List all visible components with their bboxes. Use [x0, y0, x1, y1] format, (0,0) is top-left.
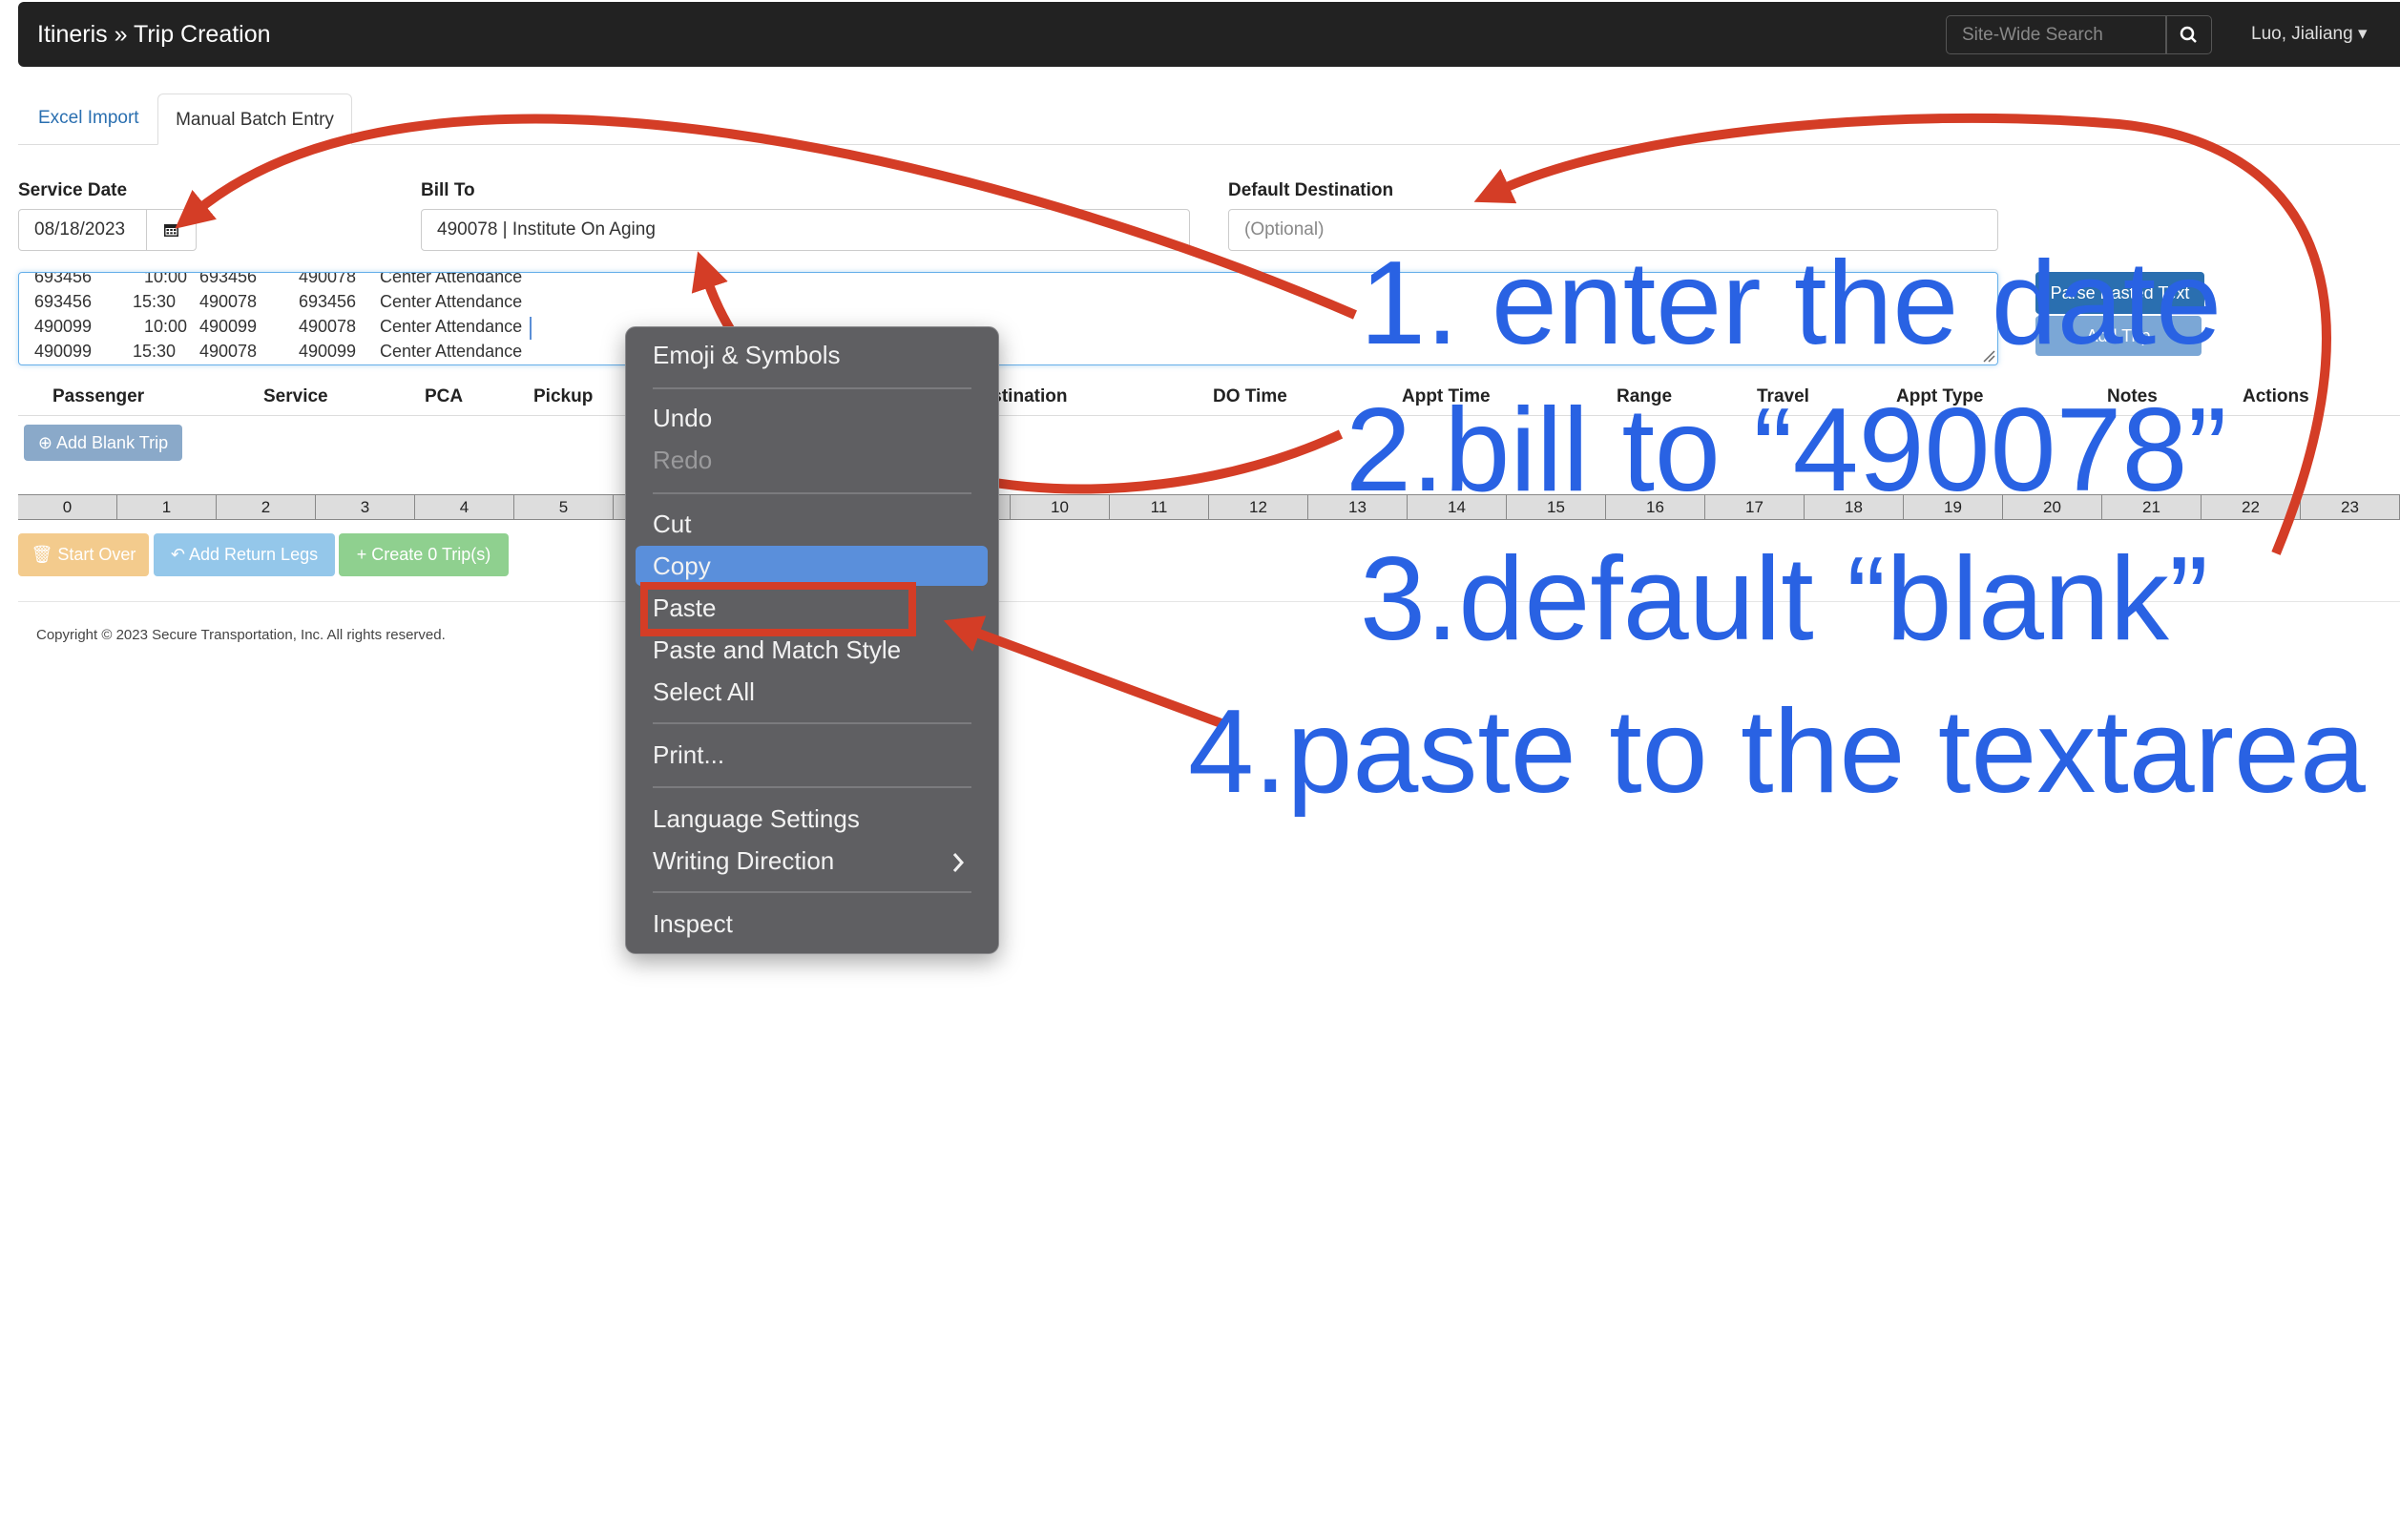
annotation-step-1: 1. enter the date: [1360, 238, 2223, 369]
annotation-step-2: 2.bill to “490078”: [1346, 385, 2227, 516]
annotation-step-4: 4.paste to the textarea: [1188, 686, 2366, 818]
annotation-step-3: 3.default “blank”: [1360, 533, 2209, 665]
